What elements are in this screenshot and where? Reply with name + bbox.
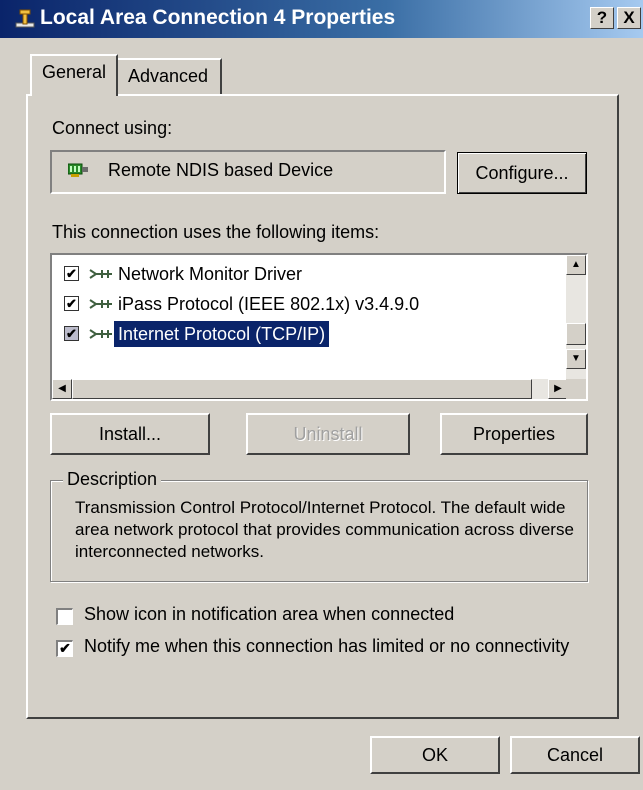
vertical-scroll-thumb[interactable]: [566, 323, 586, 345]
horizontal-scroll-thumb[interactable]: [72, 379, 532, 399]
protocol-icon: [89, 329, 112, 339]
tab-advanced[interactable]: Advanced: [118, 58, 222, 94]
list-item[interactable]: ✔ iPass Protocol (IEEE 802.1x) v3.4.9.0: [64, 291, 574, 317]
tab-general[interactable]: General: [30, 54, 118, 96]
description-group: Description Transmission Control Protoco…: [50, 469, 588, 582]
list-item[interactable]: ✔ Network Monitor Driver: [64, 261, 574, 287]
install-button[interactable]: Install...: [50, 413, 210, 455]
configure-button[interactable]: Configure...: [457, 152, 587, 194]
properties-dialog: Local Area Connection 4 Properties ? X G…: [0, 0, 643, 790]
network-connection-icon: [15, 9, 35, 28]
cancel-button[interactable]: Cancel: [510, 736, 640, 774]
scroll-left-button[interactable]: ◀: [52, 379, 72, 399]
uninstall-button[interactable]: Uninstall: [246, 413, 410, 455]
item-label-selected: Internet Protocol (TCP/IP): [112, 320, 331, 348]
scrollbar-corner: [566, 379, 586, 399]
connect-using-label: Connect using:: [52, 118, 173, 138]
description-legend: Description: [63, 469, 162, 490]
ok-button[interactable]: OK: [370, 736, 500, 774]
components-list[interactable]: ✔ Network Monitor Driver ✔ iPass Protoco…: [50, 253, 588, 401]
description-text: Transmission Control Protocol/Internet P…: [75, 498, 574, 561]
close-button[interactable]: X: [617, 7, 641, 29]
horizontal-scrollbar[interactable]: ◀ ▶: [52, 379, 568, 399]
notify-checkbox[interactable]: ✔: [56, 640, 73, 657]
item-checkbox[interactable]: ✔: [64, 296, 79, 311]
item-checkbox[interactable]: ✔: [64, 266, 79, 281]
network-adapter-icon: [68, 163, 88, 177]
item-checkbox[interactable]: ✔: [64, 326, 79, 341]
item-label: Network Monitor Driver: [118, 264, 303, 284]
scroll-up-button[interactable]: ▲: [566, 255, 586, 275]
items-label: This connection uses the following items…: [52, 222, 380, 242]
scroll-down-button[interactable]: ▼: [566, 349, 586, 369]
show-icon-label[interactable]: Show icon in notification area when conn…: [84, 604, 454, 625]
title-bar[interactable]: Local Area Connection 4 Properties ? X: [0, 0, 643, 38]
list-item[interactable]: ✔ Internet Protocol (TCP/IP): [64, 320, 574, 348]
protocol-icon: [89, 269, 112, 279]
show-icon-checkbox[interactable]: [56, 608, 73, 625]
device-field: Remote NDIS based Device: [50, 150, 446, 194]
item-label: iPass Protocol (IEEE 802.1x) v3.4.9.0: [118, 294, 420, 314]
protocol-icon: [89, 299, 112, 309]
vertical-scrollbar[interactable]: ▲ ▼: [566, 255, 586, 381]
scroll-right-button[interactable]: ▶: [548, 379, 568, 399]
notify-label[interactable]: Notify me when this connection has limit…: [84, 636, 569, 657]
properties-button[interactable]: Properties: [440, 413, 588, 455]
help-button[interactable]: ?: [590, 7, 614, 29]
window-title: Local Area Connection 4 Properties: [40, 6, 396, 29]
device-name: Remote NDIS based Device: [108, 160, 334, 180]
